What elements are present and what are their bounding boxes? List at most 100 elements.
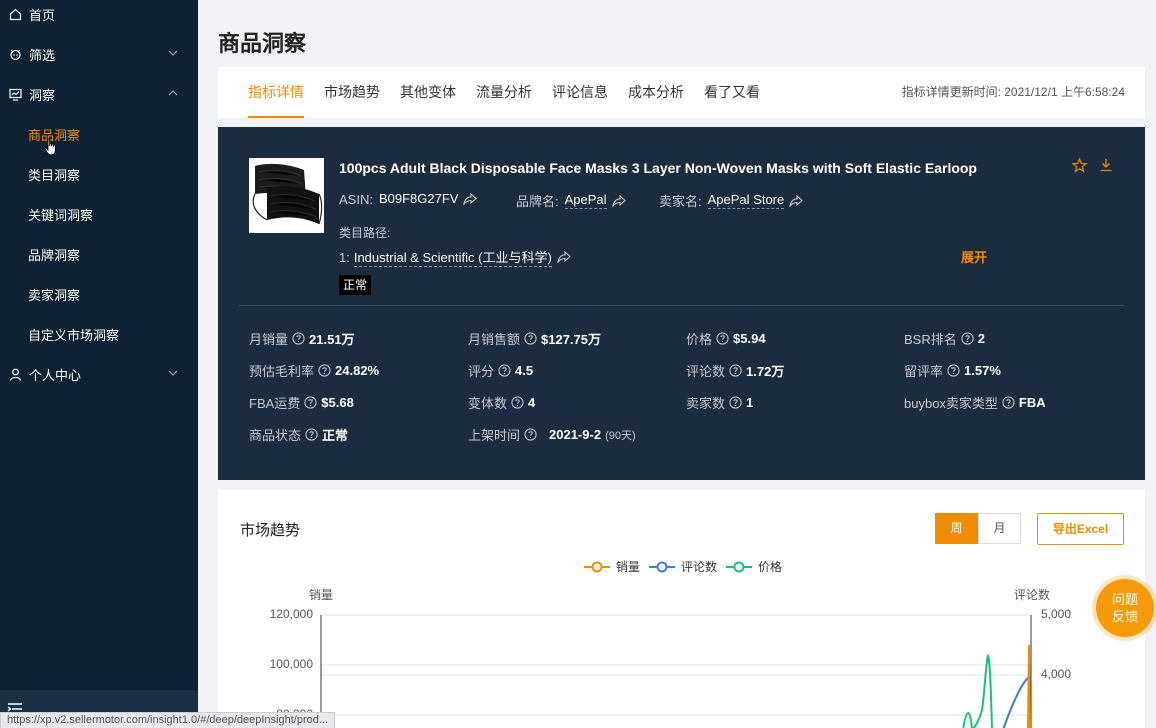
metric-item: FBA运费 $5.68	[249, 393, 354, 412]
tab-market-trend[interactable]: 市场趋势	[324, 67, 380, 118]
sidebar-item-seller-insight[interactable]: 卖家洞察	[28, 274, 80, 314]
sidebar-item-brand-insight[interactable]: 品牌洞察	[28, 234, 80, 274]
seller-link[interactable]: ApePal Store	[707, 192, 785, 209]
tab-metric-details[interactable]: 指标详情	[248, 67, 304, 118]
metric-item: 变体数 4	[468, 393, 535, 412]
metric-label: 价格	[686, 332, 713, 347]
metric-item: 留评率 1.57%	[904, 361, 1001, 380]
series-line-price	[962, 653, 993, 728]
help-icon[interactable]	[511, 396, 524, 409]
metric-value: 正常	[322, 428, 349, 443]
help-icon[interactable]	[1002, 396, 1015, 409]
star-icon[interactable]	[1072, 158, 1087, 173]
metric-value: 2021-9-2	[549, 427, 602, 442]
share-icon[interactable]	[789, 194, 804, 207]
metric-value: 4.5	[515, 363, 534, 378]
feedback-button[interactable]: 问题 反馈	[1096, 579, 1154, 637]
series-line-reviews	[1002, 673, 1032, 728]
metric-item: 评论数 1.72万	[686, 361, 784, 380]
expand-button[interactable]: 展开	[961, 247, 987, 266]
metric-item: buybox卖家类型 FBA	[904, 393, 1046, 412]
chevron-up-icon	[168, 90, 178, 96]
nav-personal-label: 个人中心	[29, 367, 82, 383]
help-icon[interactable]	[305, 428, 318, 441]
sidebar-item-keyword-insight[interactable]: 关键词洞察	[28, 194, 93, 234]
share-icon[interactable]	[611, 194, 626, 207]
metric-value: 24.82%	[335, 363, 380, 378]
tab-review-info[interactable]: 评论信息	[552, 67, 608, 118]
help-icon[interactable]	[729, 396, 742, 409]
tab-also-viewed[interactable]: 看了又看	[704, 67, 760, 118]
sidebar-item-category-insight[interactable]: 类目洞察	[28, 154, 80, 194]
metric-value: 21.51万	[309, 332, 355, 347]
metric-sub: (90天)	[605, 429, 636, 442]
help-icon[interactable]	[524, 428, 537, 441]
user-icon	[8, 367, 22, 381]
insight-icon	[8, 87, 22, 101]
nav-personal-center[interactable]: 个人中心	[0, 354, 198, 394]
category-path: 1: Industrial & Scientific (工业与科学)	[339, 247, 571, 267]
help-icon[interactable]	[524, 332, 537, 345]
help-icon[interactable]	[498, 364, 511, 377]
metric-value: 1	[746, 395, 754, 410]
metric-value: FBA	[1018, 395, 1046, 410]
divider	[239, 305, 1124, 306]
metric-value: 4	[528, 395, 536, 410]
feedback-label-2: 反馈	[1111, 609, 1138, 624]
metric-label: 上架时间	[468, 428, 521, 443]
brand-link[interactable]: ApePal	[564, 192, 607, 209]
nav-insight[interactable]: 洞察	[0, 74, 198, 114]
chevron-down-icon	[168, 50, 178, 56]
status-badge: 正常	[339, 275, 372, 295]
hand-cursor-icon	[44, 138, 56, 156]
market-trend-card: 市场趋势 周 月 导出Excel 销量 评论数 价格 销量 评论数 120,00…	[218, 490, 1145, 728]
product-title[interactable]: 100pcs Adult Black Disposable Face Masks…	[339, 160, 977, 176]
metric-label: 评分	[468, 364, 495, 379]
metric-label: 变体数	[468, 396, 508, 411]
metric-item: 评分 4.5	[468, 361, 533, 380]
nav-filter[interactable]: 筛选	[0, 34, 198, 74]
product-image[interactable]	[249, 158, 324, 233]
chevron-down-icon	[168, 370, 178, 376]
metric-item: 商品状态 正常	[249, 425, 348, 444]
sidebar: 首页 筛选 洞察 商品洞察 类目洞察 关键词洞察 品牌洞察 卖家洞察 自定义市场…	[0, 0, 198, 728]
help-icon[interactable]	[716, 332, 729, 345]
nav-home[interactable]: 首页	[0, 0, 198, 34]
nav-insight-label: 洞察	[29, 87, 56, 103]
category-index: 1:	[339, 249, 350, 265]
share-icon[interactable]	[557, 251, 571, 263]
metric-label: 商品状态	[249, 428, 302, 443]
tab-other-variants[interactable]: 其他变体	[400, 67, 456, 118]
asin-field: ASIN: B09F8G27FV	[339, 191, 478, 207]
share-icon[interactable]	[463, 193, 478, 205]
category-path-label: 类目路径:	[339, 226, 391, 240]
download-icon[interactable]	[1099, 158, 1113, 172]
help-icon[interactable]	[947, 364, 960, 377]
series-line-sales	[1027, 644, 1031, 728]
metric-label: 评论数	[686, 364, 726, 379]
metric-value: 1.57%	[964, 363, 1001, 378]
tab-cost-analysis[interactable]: 成本分析	[628, 67, 684, 118]
help-icon[interactable]	[729, 364, 742, 377]
help-icon[interactable]	[304, 396, 317, 409]
asin-value: B09F8G27FV	[378, 191, 459, 206]
nav-filter-label: 筛选	[29, 47, 56, 63]
filter-icon	[8, 47, 22, 61]
metric-label: 留评率	[904, 364, 944, 379]
browser-status-url: https://xp.v2.sellermotor.com/insight1.0…	[0, 712, 336, 728]
seller-label: 卖家名:	[659, 194, 702, 209]
tab-traffic-analysis[interactable]: 流量分析	[476, 67, 532, 118]
metric-value: $5.94	[733, 331, 766, 346]
nav-home-label: 首页	[29, 7, 56, 23]
home-icon	[8, 7, 22, 21]
sidebar-item-custom-market-insight[interactable]: 自定义市场洞察	[28, 314, 119, 354]
brand-field: 品牌名: ApePal	[516, 191, 626, 210]
metric-value: 1.72万	[746, 364, 785, 379]
category-link[interactable]: Industrial & Scientific (工业与科学)	[353, 247, 552, 267]
page-title: 商品洞察	[218, 31, 307, 56]
help-icon[interactable]	[961, 332, 974, 345]
help-icon[interactable]	[292, 332, 305, 345]
metric-item: 月销量 21.51万	[249, 329, 355, 348]
trend-chart[interactable]	[218, 490, 1145, 728]
help-icon[interactable]	[318, 364, 331, 377]
